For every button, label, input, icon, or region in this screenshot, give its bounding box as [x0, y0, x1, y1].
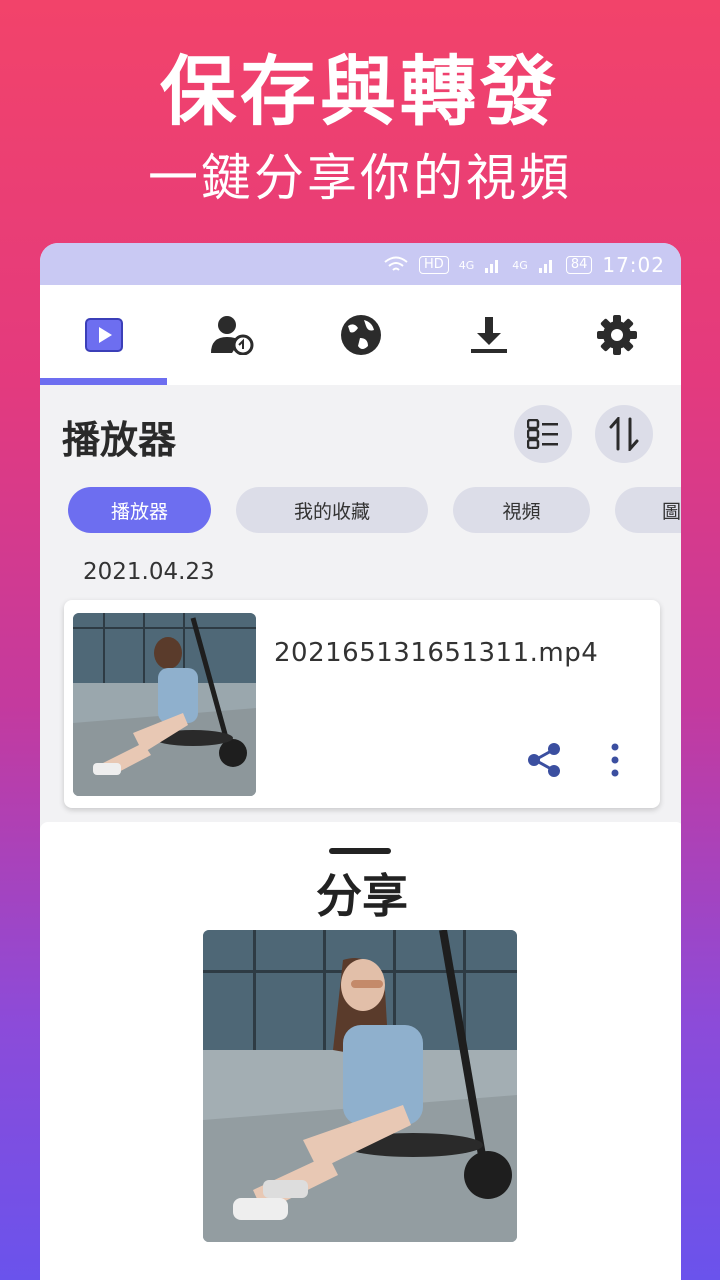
- share-icon[interactable]: [526, 742, 562, 778]
- tab-browser[interactable]: [296, 285, 424, 385]
- phone-screen: HD 4G 4G 84 17:02 播放器 播放器 我的收藏 視頻 圖 2021…: [40, 243, 681, 1280]
- chip-videos[interactable]: 視頻: [453, 487, 590, 533]
- globe-icon: [340, 315, 381, 355]
- share-sheet: 分享: [40, 822, 681, 1280]
- list-view-button[interactable]: [514, 405, 572, 463]
- tab-settings[interactable]: [553, 285, 681, 385]
- hero-title: 保存與轉發: [160, 47, 560, 136]
- more-options-icon[interactable]: [605, 742, 625, 778]
- chip-favorites[interactable]: 我的收藏: [236, 487, 428, 533]
- battery-icon: 84: [565, 256, 593, 274]
- file-card[interactable]: 202165131651311.mp4: [64, 600, 660, 808]
- tab-player[interactable]: [40, 285, 168, 385]
- list-view-icon: [527, 419, 558, 449]
- sheet-title: 分享: [316, 869, 408, 923]
- signal-icon: [485, 260, 499, 273]
- download-icon: [470, 317, 507, 353]
- gear-icon: [596, 315, 637, 355]
- file-name: 202165131651311.mp4: [274, 638, 599, 668]
- page-title: 播放器: [62, 418, 177, 462]
- active-tab-indicator: [40, 378, 167, 385]
- tab-accounts[interactable]: [168, 285, 296, 385]
- sheet-drag-handle[interactable]: [329, 848, 391, 854]
- wifi-icon: [384, 256, 408, 271]
- sort-button[interactable]: [595, 405, 653, 463]
- network-label-4g-2: 4G: [512, 258, 528, 272]
- network-label-4g-1: 4G: [458, 258, 475, 272]
- chip-images[interactable]: 圖: [615, 487, 681, 533]
- hd-badge: HD: [418, 256, 449, 274]
- filter-chips: 播放器 我的收藏 視頻 圖: [68, 487, 681, 535]
- section-header: 播放器: [40, 385, 681, 481]
- video-thumbnail[interactable]: [73, 613, 256, 796]
- status-bar: HD 4G 4G 84 17:02: [40, 243, 681, 285]
- hero-subtitle: 一鍵分享你的視頻: [148, 149, 572, 207]
- play-icon: [85, 318, 124, 352]
- tab-bar: [40, 285, 681, 385]
- sort-icon: [609, 417, 639, 451]
- tab-downloads[interactable]: [425, 285, 553, 385]
- status-time: 17:02: [602, 253, 665, 277]
- signal-icon-2: [538, 260, 552, 273]
- chip-player[interactable]: 播放器: [68, 487, 211, 533]
- share-preview-image: [203, 930, 517, 1242]
- date-group-label: 2021.04.23: [83, 559, 215, 585]
- user-sync-icon: [211, 316, 254, 355]
